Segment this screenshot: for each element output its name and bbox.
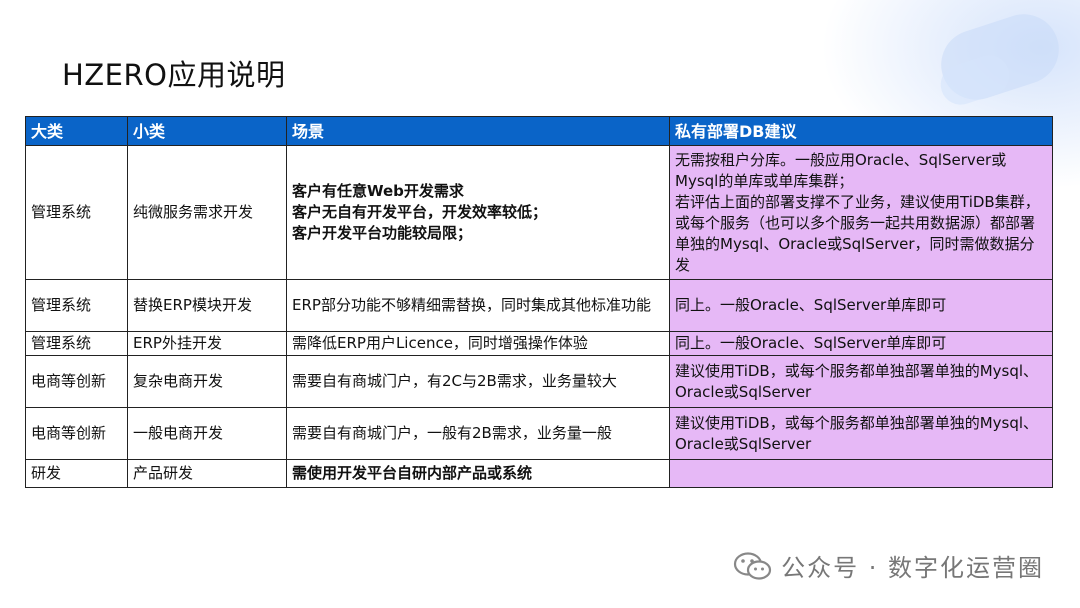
cell-db-suggestion (669, 459, 1053, 488)
cell-category: 电商等创新 (25, 355, 128, 408)
cell-scenario-line: 客户无自有开发平台，开发效率较低； (292, 203, 548, 221)
cell-scenario: 需降低ERP用户Licence，同时增强操作体验 (286, 331, 670, 356)
cell-scenario-line: 客户开发平台功能较局限； (292, 224, 473, 242)
table-row: 管理系统 替换ERP模块开发 ERP部分功能不够精细需替换，同时集成其他标准功能 同上… (25, 279, 1053, 332)
cell-scenario-line: 需使用开发平台自研内部产品或系统 (292, 464, 533, 482)
hzero-table: 大类 小类 场景 私有部署DB建议 管理系统 纯微服务需求开发 客户有任意Web开发… (25, 116, 1053, 488)
table-row: 管理系统 纯微服务需求开发 客户有任意Web开发需求客户无自有开发平台，开发效率较低… (25, 145, 1053, 280)
cell-category: 研发 (25, 459, 128, 488)
cell-subcategory: ERP外挂开发 (127, 331, 287, 356)
header-scenario: 场景 (286, 116, 670, 146)
wechat-icon (734, 551, 772, 580)
table-row: 电商等创新 复杂电商开发 需要自有商城门户，有2C与2B需求，业务量较大 建议使用Ti… (25, 355, 1053, 408)
cell-db-suggestion: 建议使用TiDB，或每个服务都单独部署单独的Mysql、Oracle或SqlSe… (669, 407, 1053, 460)
cell-scenario-line: ERP部分功能不够精细需替换，同时集成其他标准功能 (292, 296, 651, 314)
cell-db-suggestion-line: 同上。一般Oracle、SqlServer单库即可 (675, 296, 947, 314)
cell-db-suggestion-line: 建议使用TiDB，或每个服务都单独部署单独的Mysql、Oracle或SqlSe… (675, 361, 1039, 401)
cell-scenario: 需要自有商城门户，一般有2B需求，业务量一般 (286, 407, 670, 460)
cell-scenario: 需使用开发平台自研内部产品或系统 (286, 459, 670, 488)
cell-scenario-line: 客户有任意Web开发需求 (292, 182, 464, 200)
header-subcategory: 小类 (127, 116, 287, 146)
cell-scenario-line: 需要自有商城门户，一般有2B需求，业务量一般 (292, 424, 612, 442)
cell-category: 管理系统 (25, 145, 128, 280)
cell-category: 电商等创新 (25, 407, 128, 460)
table-row: 管理系统 ERP外挂开发 需降低ERP用户Licence，同时增强操作体验 同上。一般… (25, 331, 1053, 356)
cell-category: 管理系统 (25, 331, 128, 356)
cell-scenario: ERP部分功能不够精细需替换，同时集成其他标准功能 (286, 279, 670, 332)
table-header-row: 大类 小类 场景 私有部署DB建议 (25, 116, 1053, 146)
watermark-text: 公众号 · 数字化运营圈 (781, 554, 1044, 582)
cell-db-suggestion-line: 无需按租户分库。一般应用Oracle、SqlServer或Mysql的单库或单库… (675, 150, 1007, 190)
cell-db-suggestion-line: 同上。一般Oracle、SqlServer单库即可 (675, 334, 947, 352)
cell-db-suggestion: 同上。一般Oracle、SqlServer单库即可 (669, 331, 1053, 356)
cell-subcategory: 替换ERP模块开发 (127, 279, 287, 332)
cell-scenario: 客户有任意Web开发需求客户无自有开发平台，开发效率较低； 客户开发平台功能较局限… (286, 145, 670, 280)
cell-category: 管理系统 (25, 279, 128, 332)
cell-scenario-line: 需降低ERP用户Licence，同时增强操作体验 (292, 334, 588, 352)
table-body: 管理系统 纯微服务需求开发 客户有任意Web开发需求 客户无自有开发平台，开发效率较低… (25, 145, 1053, 488)
cell-subcategory: 纯微服务需求开发 (127, 145, 287, 280)
cell-subcategory: 产品研发 (127, 459, 287, 488)
cell-subcategory: 一般电商开发 (127, 407, 287, 460)
cell-scenario-line: 需要自有商城门户，有2C与2B需求，业务量较大 (292, 372, 617, 390)
header-category: 大类 (25, 116, 128, 146)
cell-db-suggestion: 建议使用TiDB，或每个服务都单独部署单独的Mysql、Oracle或SqlSe… (669, 355, 1053, 408)
table-row: 研发 产品研发 需使用开发平台自研内部产品或系统 (25, 459, 1053, 488)
cell-subcategory: 复杂电商开发 (127, 355, 287, 408)
header-db-suggestion: 私有部署DB建议 (669, 116, 1053, 146)
cell-db-suggestion-line: 若评估上面的部署支撑不了业务，建议使用TiDB集群，或每个服务（也可以多个服务一… (675, 192, 1040, 274)
watermark: 公众号 · 数字化运营圈 (733, 548, 1044, 583)
cell-db-suggestion: 同上。一般Oracle、SqlServer单库即可 (669, 279, 1053, 332)
cell-db-suggestion: 无需按租户分库。一般应用Oracle、SqlServer或Mysql的单库或单库… (669, 145, 1053, 280)
page-title: HZERO应用说明 (62, 58, 286, 92)
cell-db-suggestion-line: 建议使用TiDB，或每个服务都单独部署单独的Mysql、Oracle或SqlSe… (675, 413, 1039, 453)
table-row: 电商等创新 一般电商开发 需要自有商城门户，一般有2B需求，业务量一般 建议使用TiD… (25, 407, 1053, 460)
cell-scenario: 需要自有商城门户，有2C与2B需求，业务量较大 (286, 355, 670, 408)
